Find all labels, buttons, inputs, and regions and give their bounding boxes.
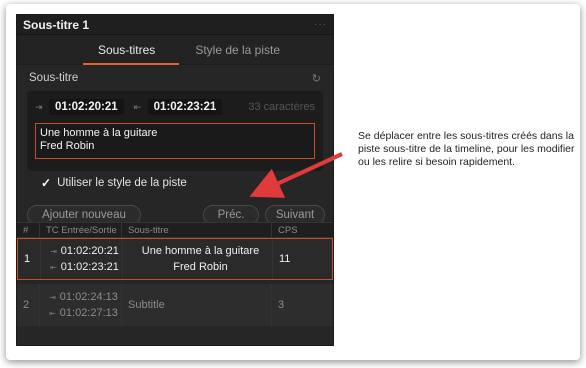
arrow-line: [249, 152, 343, 198]
screenshot-card: Sous-titre 1 ··· Sous-titres Style de la…: [6, 4, 580, 360]
annotation-arrow: [249, 152, 343, 198]
annotation-text: Se déplacer entre les sous-titres créés …: [358, 130, 575, 168]
